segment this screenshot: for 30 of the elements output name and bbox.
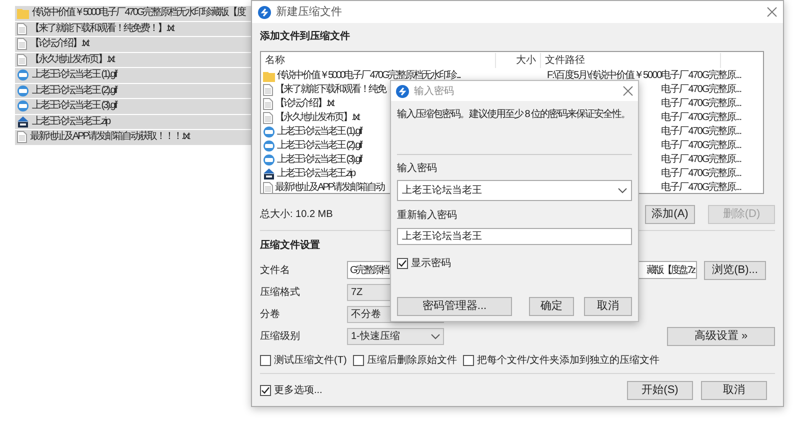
field-label: 文件名: [260, 264, 291, 278]
field-label: 压缩级别: [260, 330, 301, 344]
file-name: 上老王论坛当老王 (2).gif: [277, 141, 362, 151]
file-path: 电子厂470G完整原...: [661, 127, 741, 137]
file-name: 上老王论坛当老王 (1).gif: [277, 127, 362, 137]
dialog-title: 输入密码: [414, 84, 454, 98]
total-size: 总大小: 10.2 MB: [260, 208, 333, 222]
file-name: 上老王论坛当老王 (3).gif: [277, 155, 362, 165]
file-path: 电子厂470G完整原...: [661, 169, 741, 179]
file-name: 【论坛介绍】.txt: [275, 99, 334, 109]
field-label: 重新输入密码: [397, 210, 458, 222]
section-heading: 压缩文件设置: [260, 240, 321, 252]
field-label: 分卷: [260, 308, 281, 322]
file-path: 电子厂470G完整原...: [661, 85, 741, 95]
hint-text: 输入压缩包密码。建议使用至少 8 位的密码来保证安全性。: [397, 109, 630, 121]
section-heading: 添加文件到压缩文件: [260, 31, 351, 43]
file-path: 电子厂470G完整原...: [661, 99, 741, 109]
file-name: 上老王论坛当老王.zip: [277, 169, 355, 179]
window-title: 新建压缩文件: [276, 4, 342, 20]
file-name: 【永久地址发布页】.txt: [275, 113, 359, 123]
file-path: 电子厂470G完整原...: [661, 141, 741, 151]
file-path: F:\百度5月\传说中价值￥5000电子厂470G完整原...: [546, 71, 741, 81]
file-path: 电子厂470G完整原...: [661, 183, 741, 193]
file-path: 电子厂470G完整原...: [661, 155, 741, 165]
file-name: 传说中价值￥5000电子厂470G完整原档无水印珍...: [277, 71, 460, 81]
field-label: 输入密码: [397, 163, 438, 175]
field-label: 压缩格式: [260, 286, 301, 300]
file-name: 最新地址及APP请发邮箱自动: [275, 183, 384, 193]
file-name: 【来了就能下载和观看！纯免: [275, 85, 386, 95]
file-path: 电子厂470G完整原...: [661, 113, 741, 123]
